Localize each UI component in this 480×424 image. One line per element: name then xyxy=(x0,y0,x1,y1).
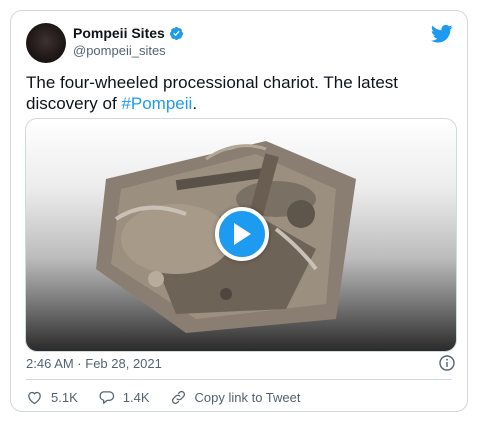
divider xyxy=(26,379,452,380)
tweet-text-end: . xyxy=(192,94,198,113)
verified-badge-icon xyxy=(169,26,183,40)
tweet-text: The four-wheeled processional chariot. T… xyxy=(26,72,446,114)
avatar[interactable] xyxy=(26,23,66,63)
tweet-timestamp[interactable]: 2:46 AM · Feb 28, 2021 xyxy=(26,356,162,371)
tweet-card[interactable]: Pompeii Sites @pompeii_sites The four-wh… xyxy=(10,10,468,412)
link-icon xyxy=(171,390,185,405)
display-name[interactable]: Pompeii Sites xyxy=(73,25,165,41)
copy-link-label: Copy link to Tweet xyxy=(194,390,301,405)
tweet-actions: 5.1K 1.4K Copy link to Tweet xyxy=(26,389,320,406)
reply-action[interactable]: 1.4K xyxy=(98,389,150,406)
like-action[interactable]: 5.1K xyxy=(26,389,78,406)
author-handle[interactable]: @pompeii_sites xyxy=(73,43,166,58)
play-button[interactable] xyxy=(215,207,269,261)
like-count: 5.1K xyxy=(51,390,78,405)
author-name-row: Pompeii Sites xyxy=(73,25,184,41)
info-icon[interactable] xyxy=(439,355,455,371)
hashtag-link[interactable]: #Pompeii xyxy=(121,94,192,113)
reply-icon xyxy=(99,391,114,404)
copy-link-action[interactable]: Copy link to Tweet xyxy=(170,389,301,406)
play-icon xyxy=(234,223,251,245)
reply-count: 1.4K xyxy=(122,390,150,405)
tweet-text-main: The four-wheeled processional chariot. T… xyxy=(26,73,398,113)
video-thumbnail[interactable] xyxy=(25,118,457,352)
heart-icon xyxy=(28,391,41,405)
twitter-bird-icon[interactable] xyxy=(431,24,453,44)
